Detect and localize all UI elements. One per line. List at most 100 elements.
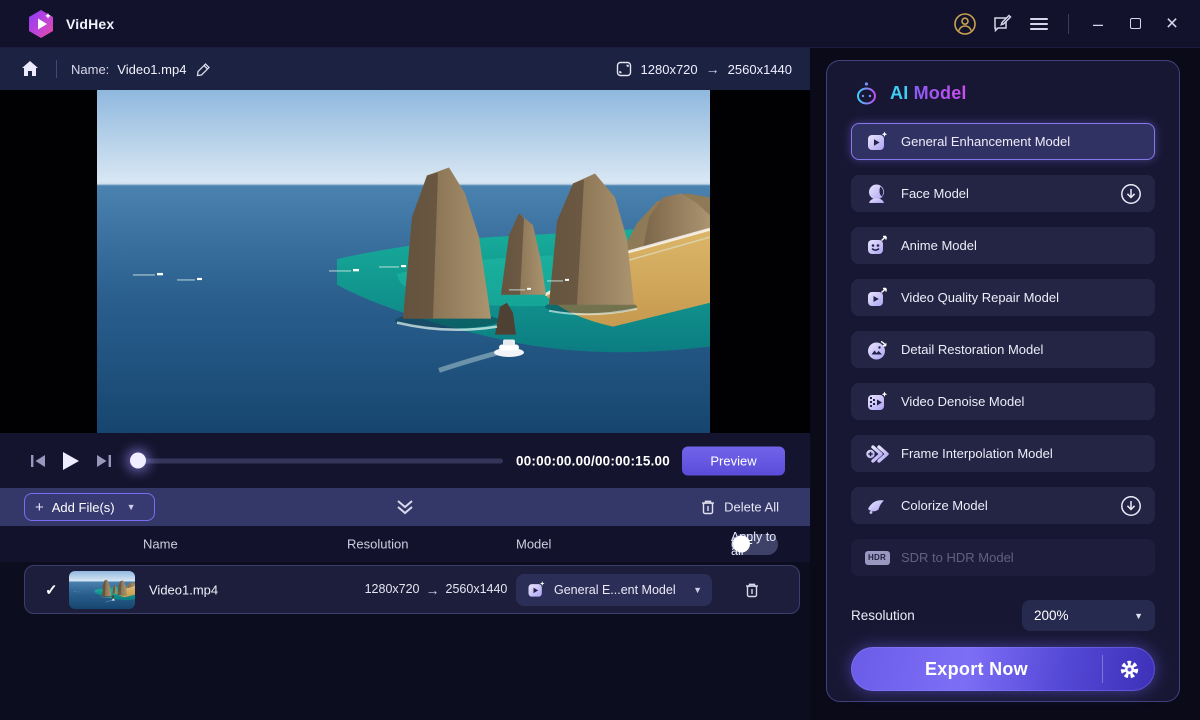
resolution-select[interactable]: 200% ▼ <box>1022 600 1155 631</box>
file-actions-bar: + Add File(s) ▼ Delete All <box>0 488 810 526</box>
feedback-icon[interactable] <box>988 10 1016 38</box>
row-model-select[interactable]: General E...ent Model ▼ <box>516 574 712 606</box>
model-item-label: Video Denoise Model <box>901 394 1024 409</box>
home-button[interactable] <box>18 57 42 81</box>
row-model-label: General E...ent Model <box>554 583 685 597</box>
gear-icon <box>1119 659 1140 680</box>
column-model: Model <box>516 537 551 552</box>
delete-all-label: Delete All <box>724 500 779 515</box>
close-glyph: × <box>1166 13 1178 34</box>
plus-icon: + <box>35 499 44 516</box>
preview-button[interactable]: Preview <box>682 446 785 475</box>
model-item-frame-interpolation[interactable]: Frame Interpolation Model <box>851 435 1155 472</box>
file-toolbar: Name: Video1.mp4 1280x720 → 2560x1440 <box>0 48 810 90</box>
toggle-state-label: OFF <box>733 539 753 550</box>
video-quality-repair-model-icon <box>864 285 890 311</box>
panel-header: AI Model <box>853 79 1153 107</box>
file-table-header: Name Resolution Model Apply to all OFF <box>0 526 810 562</box>
model-item-label: Face Model <box>901 186 969 201</box>
model-item-label: Frame Interpolation Model <box>901 446 1053 461</box>
model-item-general-enhancement[interactable]: General Enhancement Model <box>851 123 1155 160</box>
right-zone: AI Model General Enhancement Model <box>810 48 1200 720</box>
column-resolution: Resolution <box>347 537 408 552</box>
toolbar-separator <box>56 60 57 78</box>
export-settings-button[interactable] <box>1103 659 1155 680</box>
frame-interpolation-model-icon <box>864 441 890 467</box>
rename-icon[interactable] <box>195 61 212 78</box>
preview-button-label: Preview <box>710 453 756 468</box>
hdr-badge: HDR <box>865 551 890 565</box>
add-files-button[interactable]: + Add File(s) ▼ <box>24 493 155 521</box>
add-files-label: Add File(s) <box>52 500 115 515</box>
account-icon[interactable] <box>951 10 979 38</box>
maximize-button[interactable] <box>1121 10 1149 38</box>
colorize-model-icon <box>864 493 890 519</box>
model-item-colorize[interactable]: Colorize Model <box>851 487 1155 524</box>
resolution-value: 200% <box>1034 608 1134 623</box>
arrow-icon: → <box>426 582 440 598</box>
ai-model-panel: AI Model General Enhancement Model <box>826 60 1180 702</box>
row-check-icon[interactable]: ✓ <box>45 581 58 599</box>
previous-frame-button[interactable] <box>28 451 48 471</box>
model-item-detail-restoration[interactable]: Detail Restoration Model <box>851 331 1155 368</box>
anime-model-icon <box>864 233 890 259</box>
resolution-row: Resolution 200% ▼ <box>851 600 1155 631</box>
robot-icon <box>853 80 880 107</box>
row-file-name: Video1.mp4 <box>149 582 218 597</box>
model-item-label: Colorize Model <box>901 498 988 513</box>
model-item-face[interactable]: Face Model <box>851 175 1155 212</box>
player-bar: 00:00:00.00/00:00:15.00 Preview <box>0 433 810 488</box>
panel-title-ai: AI <box>890 83 914 103</box>
seek-slider-knob[interactable] <box>130 453 146 469</box>
resolution-icon <box>615 60 633 78</box>
download-icon[interactable] <box>1120 183 1142 205</box>
model-item-anime[interactable]: Anime Model <box>851 227 1155 264</box>
name-label: Name: <box>71 62 109 77</box>
delete-all-button[interactable]: Delete All <box>700 499 779 516</box>
row-delete-button[interactable] <box>744 581 760 598</box>
general-enhancement-model-icon <box>864 129 890 155</box>
chevron-down-icon: ▼ <box>693 585 702 595</box>
play-button[interactable] <box>58 449 82 473</box>
collapse-panel-icon[interactable] <box>394 499 416 515</box>
row-resolution: 1280x720 → 2560x1440 <box>346 582 526 598</box>
export-now-label: Export Now <box>851 659 1102 680</box>
video-preview <box>97 90 710 433</box>
minimize-button[interactable]: – <box>1084 10 1112 38</box>
detail-restoration-model-icon <box>864 337 890 363</box>
chevron-down-icon: ▼ <box>127 502 136 512</box>
video-stage <box>0 90 810 433</box>
sdr-to-hdr-model-icon: HDR <box>864 545 890 571</box>
row-target-resolution: 2560x1440 <box>446 582 508 598</box>
model-item-video-denoise[interactable]: Video Denoise Model <box>851 383 1155 420</box>
model-item-label: Anime Model <box>901 238 977 253</box>
row-source-resolution: 1280x720 <box>365 582 420 598</box>
chevron-down-icon: ▼ <box>1134 611 1143 621</box>
model-list: General Enhancement Model Face Model <box>851 123 1155 576</box>
minimize-glyph: – <box>1093 15 1103 33</box>
titlebar: VidHex – × <box>0 0 1200 48</box>
model-item-label: General Enhancement Model <box>901 134 1070 149</box>
menu-icon[interactable] <box>1025 10 1053 38</box>
playback-time: 00:00:00.00/00:00:15.00 <box>516 453 670 468</box>
model-item-video-quality-repair[interactable]: Video Quality Repair Model <box>851 279 1155 316</box>
resolution-label: Resolution <box>851 608 915 623</box>
column-name: Name <box>143 537 178 552</box>
model-item-label: SDR to HDR Model <box>901 550 1014 565</box>
target-resolution: 2560x1440 <box>728 62 792 77</box>
close-button[interactable]: × <box>1158 10 1186 38</box>
model-item-label: Detail Restoration Model <box>901 342 1043 357</box>
video-thumbnail <box>69 571 135 609</box>
next-frame-button[interactable] <box>94 451 114 471</box>
workspace: Name: Video1.mp4 1280x720 → 2560x1440 <box>0 48 810 720</box>
source-resolution: 1280x720 <box>641 62 698 77</box>
panel-title: AI Model <box>890 83 967 104</box>
face-model-icon <box>864 181 890 207</box>
table-row[interactable]: ✓ Video1.mp4 1280x720 → 2560x1440 Genera… <box>24 565 800 614</box>
export-now-button[interactable]: Export Now <box>851 647 1155 691</box>
model-item-label: Video Quality Repair Model <box>901 290 1059 305</box>
download-icon[interactable] <box>1120 495 1142 517</box>
panel-title-model: Model <box>914 83 967 103</box>
seek-slider[interactable] <box>132 458 503 463</box>
app-title: VidHex <box>66 16 114 32</box>
